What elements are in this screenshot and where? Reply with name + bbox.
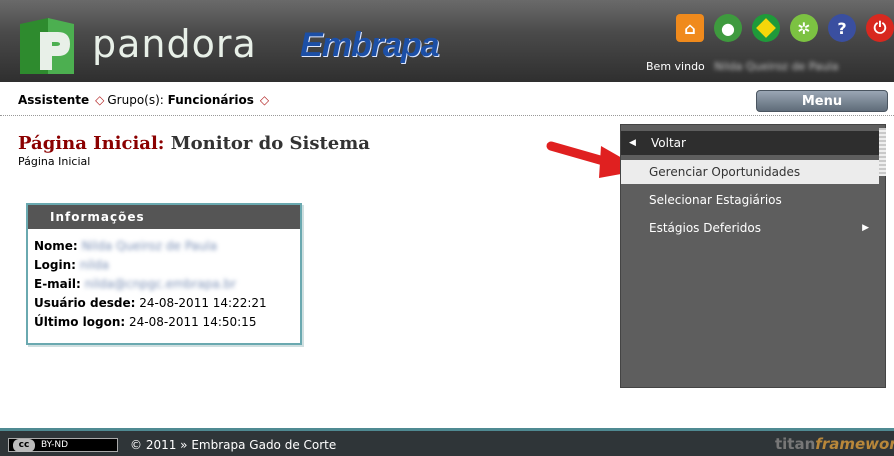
menu-item-gerenciar-oportunidades[interactable]: Gerenciar Oportunidades: [621, 160, 879, 184]
info-box: Informações Nome: Nilda Queiroz de Paula…: [26, 203, 302, 345]
last-logon-label: Último logon:: [34, 315, 126, 329]
welcome-message: Bem vindo Nilda Queiroz de Paula: [646, 60, 838, 73]
email-label: E-mail:: [34, 277, 81, 291]
user-icon[interactable]: ●: [714, 14, 742, 42]
name-label: Nome:: [34, 239, 78, 253]
menu-back-item[interactable]: ◀ Voltar: [621, 131, 879, 155]
role-name[interactable]: Assistente: [18, 93, 89, 107]
page-title: Página Inicial: Monitor do Sistema: [18, 133, 370, 154]
info-body: Nome: Nilda Queiroz de Paula Login: nild…: [28, 229, 300, 340]
home-icon[interactable]: ⌂: [676, 14, 704, 42]
welcome-user-name: Nilda Queiroz de Paula: [714, 60, 839, 73]
breadcrumb: Assistente ◇ Grupo(s): Funcionários ◇: [18, 93, 272, 107]
welcome-label: Bem vindo: [646, 60, 705, 73]
app-logo-text: pandora: [92, 22, 257, 66]
page-subtitle: Página Inicial: [18, 155, 91, 168]
toolbar-icons: ⌂ ● ✲ ? ⏻: [676, 14, 894, 42]
last-logon-value: 24-08-2011 14:50:15: [129, 315, 257, 329]
cc-license-badge[interactable]: cc BY-ND: [8, 438, 118, 452]
since-value: 24-08-2011 14:22:21: [139, 296, 267, 310]
chevron-left-icon: ◀: [629, 138, 636, 148]
menu-back-label: Voltar: [651, 136, 686, 150]
footer: cc BY-ND © 2011 » Embrapa Gado de Corte t…: [0, 428, 894, 456]
framework-name-b: framework: [815, 435, 894, 453]
titan-framework-logo[interactable]: titanframework: [775, 435, 894, 453]
framework-name-a: titan: [775, 435, 816, 453]
info-heading: Informações: [28, 205, 300, 229]
menu-item-selecionar-estagiarios[interactable]: Selecionar Estagiários: [621, 188, 879, 212]
group-label: Grupo(s):: [107, 93, 164, 107]
diamond-icon: ◇: [95, 93, 105, 107]
pandora-logo-icon: [20, 18, 74, 74]
help-icon[interactable]: ?: [828, 14, 856, 42]
name-value: Nilda Queiroz de Paula: [81, 239, 218, 253]
chevron-right-icon: ▶: [862, 223, 869, 233]
menu-item-estagios-deferidos[interactable]: Estágios Deferidos ▶: [621, 216, 879, 240]
group-name[interactable]: Funcionários: [168, 93, 254, 107]
copyright-text: © 2011 » Embrapa Gado de Corte: [130, 438, 337, 452]
license-label: BY-ND: [41, 440, 69, 450]
menu-panel: ◀ Voltar Gerenciar Oportunidades Selecio…: [620, 124, 886, 388]
since-label: Usuário desde:: [34, 296, 136, 310]
scrollbar[interactable]: [879, 128, 886, 176]
header-bar: pandora Embrapa ⌂ ● ✲ ? ⏻ Bem vindo Nild…: [0, 0, 894, 82]
brazil-flag-icon[interactable]: [752, 14, 780, 42]
login-label: Login:: [34, 258, 76, 272]
page-title-value: Monitor do Sistema: [170, 133, 370, 154]
diamond-icon: ◇: [259, 93, 270, 107]
cc-icon: cc: [13, 439, 35, 452]
menu-item-label: Estágios Deferidos: [649, 221, 761, 235]
embrapa-logo: Embrapa: [300, 26, 439, 64]
email-value: nilda@cnpgc.embrapa.br: [84, 277, 237, 291]
page-title-label: Página Inicial:: [18, 133, 165, 154]
power-icon[interactable]: ⏻: [866, 14, 894, 42]
login-value: nilda: [79, 258, 110, 272]
settings-icon[interactable]: ✲: [790, 14, 818, 42]
menu-button[interactable]: Menu: [756, 90, 888, 112]
